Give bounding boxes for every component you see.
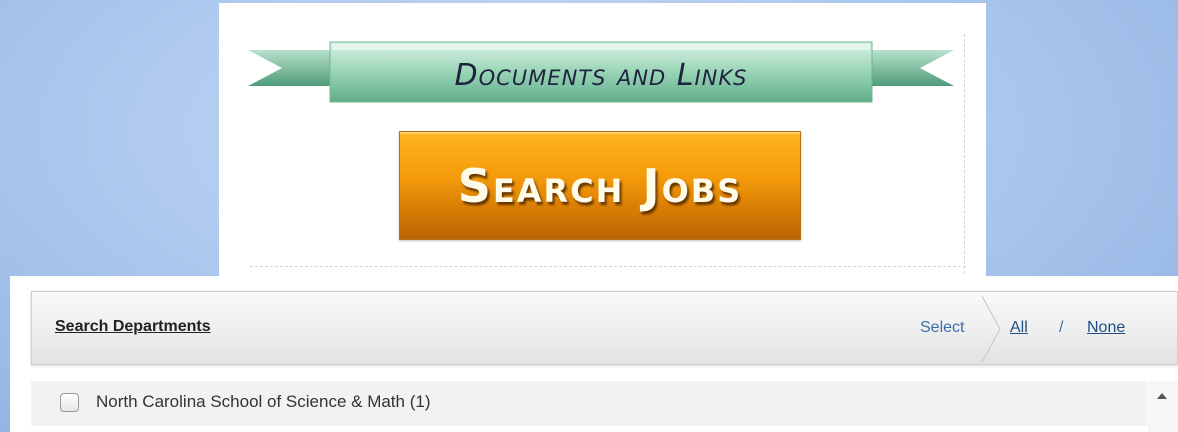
search-jobs-label: Search Jobs: [457, 158, 743, 213]
dashed-divider-horizontal: [250, 266, 966, 267]
select-all-link[interactable]: All: [1010, 319, 1028, 337]
department-list-item[interactable]: North Carolina School of Science & Math …: [31, 381, 1147, 426]
select-separator: /: [1059, 319, 1064, 336]
select-none-link[interactable]: None: [1087, 319, 1125, 337]
search-departments-header: Search Departments Select All / None: [31, 291, 1178, 365]
department-checkbox[interactable]: [60, 393, 79, 412]
banner-title: Documents and Links: [454, 57, 748, 93]
documents-and-links-banner: Documents and Links: [248, 28, 954, 108]
search-departments-toggle[interactable]: Search Departments: [55, 318, 211, 336]
select-label: Select: [920, 319, 965, 336]
search-jobs-button[interactable]: Search Jobs: [399, 131, 801, 240]
scroll-up-icon[interactable]: [1155, 389, 1169, 403]
dashed-divider-vertical: [964, 34, 965, 274]
department-label: North Carolina School of Science & Math …: [96, 392, 431, 411]
